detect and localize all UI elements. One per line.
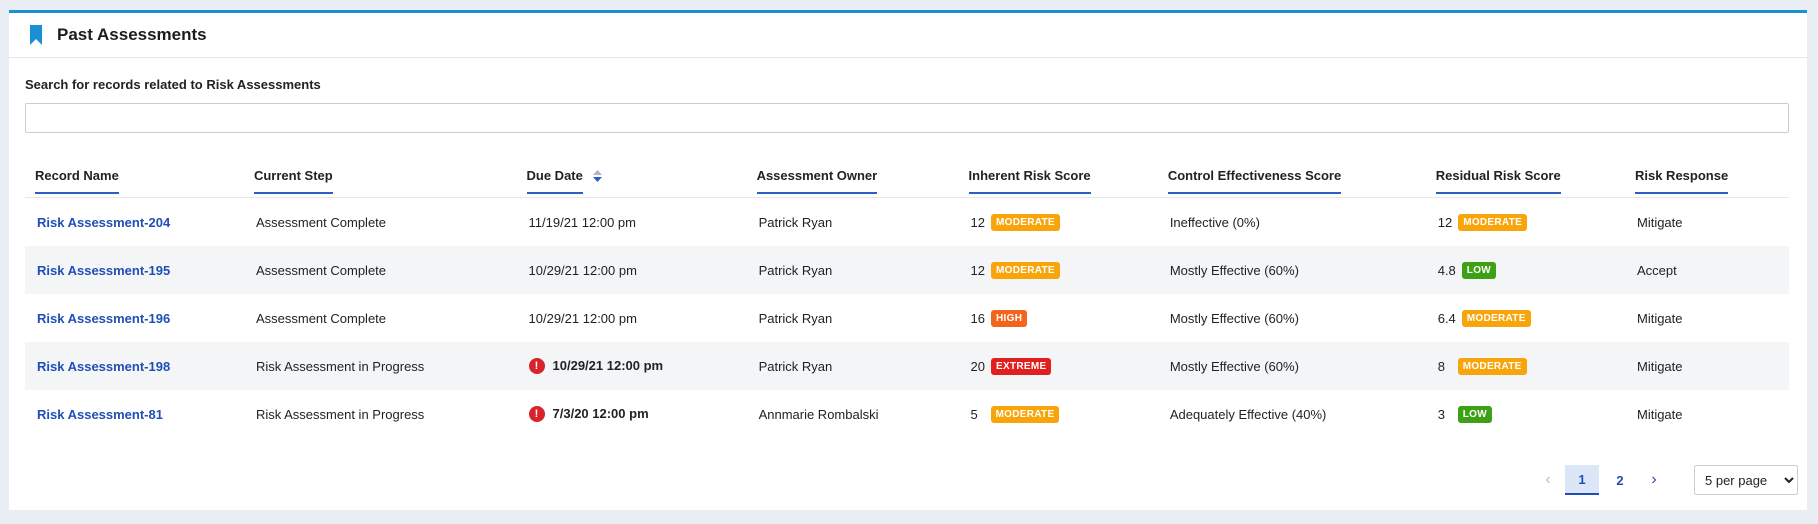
- residual-score: 8: [1437, 358, 1445, 374]
- chevron-right-icon[interactable]: ›: [1639, 465, 1669, 495]
- assessment-owner: Patrick Ryan: [756, 342, 969, 390]
- table-row: Risk Assessment-81 Risk Assessment in Pr…: [25, 390, 1789, 438]
- inherent-risk-badge: EXTREME: [991, 357, 1052, 375]
- column-header-risk-response[interactable]: Risk Response: [1634, 155, 1789, 198]
- assessment-owner: Patrick Ryan: [756, 246, 969, 294]
- record-link[interactable]: Risk Assessment-195: [37, 263, 170, 278]
- current-step: Risk Assessment in Progress: [253, 342, 527, 390]
- assessments-table: Record Name Current Step Due Date Assess…: [25, 155, 1789, 438]
- due-date: 10/29/21 12:00 pm: [552, 357, 664, 373]
- residual-score: 3: [1437, 406, 1445, 422]
- sort-icon[interactable]: [592, 170, 602, 183]
- control-effectiveness: Mostly Effective (60%): [1167, 342, 1436, 390]
- residual-risk-badge: MODERATE: [1461, 309, 1531, 327]
- risk-response: Mitigate: [1636, 214, 1683, 230]
- inherent-score: 5: [970, 406, 978, 422]
- current-step: Risk Assessment in Progress: [255, 406, 425, 422]
- inherent-score: 12: [970, 214, 986, 230]
- column-header-due-date[interactable]: Due Date: [526, 155, 757, 198]
- column-header-record-name[interactable]: Record Name: [25, 155, 254, 198]
- table-row: Risk Assessment-196 Assessment Complete …: [25, 294, 1789, 342]
- bookmark-icon: [30, 25, 42, 45]
- residual-score: 6.4: [1437, 310, 1456, 326]
- assessment-owner: Patrick Ryan: [758, 214, 833, 230]
- control-effectiveness: Ineffective (0%): [1169, 214, 1260, 230]
- table-row: Risk Assessment-198 Risk Assessment in P…: [25, 342, 1789, 390]
- inherent-score: 16: [970, 310, 986, 326]
- inherent-risk-badge: MODERATE: [990, 405, 1060, 423]
- inherent-score: 20: [970, 358, 986, 374]
- risk-response: Mitigate: [1636, 406, 1683, 422]
- residual-risk-badge: MODERATE: [1457, 357, 1527, 375]
- record-link[interactable]: Risk Assessment-81: [37, 407, 163, 422]
- pagination: ‹ 1 2 ›: [1533, 465, 1669, 495]
- overdue-alert-icon: !: [528, 358, 545, 375]
- due-date: 11/19/21 12:00 pm: [528, 214, 636, 230]
- column-header-residual-risk-score[interactable]: Residual Risk Score: [1435, 155, 1635, 198]
- table-row: Risk Assessment-195 Assessment Complete …: [25, 246, 1789, 294]
- per-page-select[interactable]: 5 per page: [1694, 465, 1798, 495]
- control-effectiveness: Mostly Effective (60%): [1167, 246, 1436, 294]
- residual-risk-badge: MODERATE: [1458, 213, 1528, 231]
- search-input[interactable]: [25, 103, 1789, 133]
- assessment-owner: Annmarie Rombalski: [758, 406, 879, 422]
- past-assessments-card: Past Assessments Search for records rela…: [9, 10, 1807, 510]
- chevron-left-icon[interactable]: ‹: [1533, 465, 1563, 495]
- search-label: Search for records related to Risk Asses…: [25, 77, 321, 92]
- page-button-2[interactable]: 2: [1603, 465, 1637, 495]
- table-header-row: Record Name Current Step Due Date Assess…: [25, 155, 1789, 198]
- table-row: Risk Assessment-204 Assessment Complete …: [25, 198, 1789, 247]
- card-header: Past Assessments: [9, 13, 1807, 58]
- column-header-inherent-risk-score[interactable]: Inherent Risk Score: [968, 155, 1168, 198]
- inherent-risk-badge: MODERATE: [991, 261, 1060, 279]
- page-button-1[interactable]: 1: [1565, 465, 1599, 495]
- overdue-alert-icon: !: [528, 406, 545, 423]
- control-effectiveness: Adequately Effective (40%): [1169, 406, 1327, 422]
- inherent-risk-badge: HIGH: [991, 309, 1028, 327]
- column-header-current-step[interactable]: Current Step: [253, 155, 527, 198]
- residual-score: 12: [1437, 214, 1453, 230]
- record-link[interactable]: Risk Assessment-196: [37, 311, 170, 326]
- due-date: 10/29/21 12:00 pm: [528, 262, 637, 278]
- due-date: 7/3/20 12:00 pm: [552, 405, 649, 421]
- column-header-assessment-owner[interactable]: Assessment Owner: [756, 155, 969, 198]
- record-link[interactable]: Risk Assessment-198: [37, 359, 170, 374]
- inherent-score: 12: [970, 262, 986, 278]
- current-step: Assessment Complete: [255, 214, 387, 230]
- current-step: Assessment Complete: [255, 310, 387, 326]
- risk-response: Mitigate: [1636, 310, 1683, 326]
- record-link[interactable]: Risk Assessment-204: [37, 215, 170, 230]
- current-step: Assessment Complete: [253, 246, 527, 294]
- risk-response: Accept: [1634, 246, 1789, 294]
- risk-response: Mitigate: [1634, 342, 1789, 390]
- residual-score: 4.8: [1437, 262, 1456, 278]
- assessment-owner: Patrick Ryan: [758, 310, 833, 326]
- control-effectiveness: Mostly Effective (60%): [1169, 310, 1299, 326]
- residual-risk-badge: LOW: [1461, 261, 1497, 279]
- residual-risk-badge: LOW: [1457, 405, 1492, 423]
- column-header-control-effectiveness-score[interactable]: Control Effectiveness Score: [1167, 155, 1436, 198]
- card-title: Past Assessments: [57, 25, 207, 44]
- table-body: Risk Assessment-204 Assessment Complete …: [25, 198, 1789, 439]
- inherent-risk-badge: MODERATE: [991, 213, 1060, 231]
- due-date: 10/29/21 12:00 pm: [528, 310, 637, 326]
